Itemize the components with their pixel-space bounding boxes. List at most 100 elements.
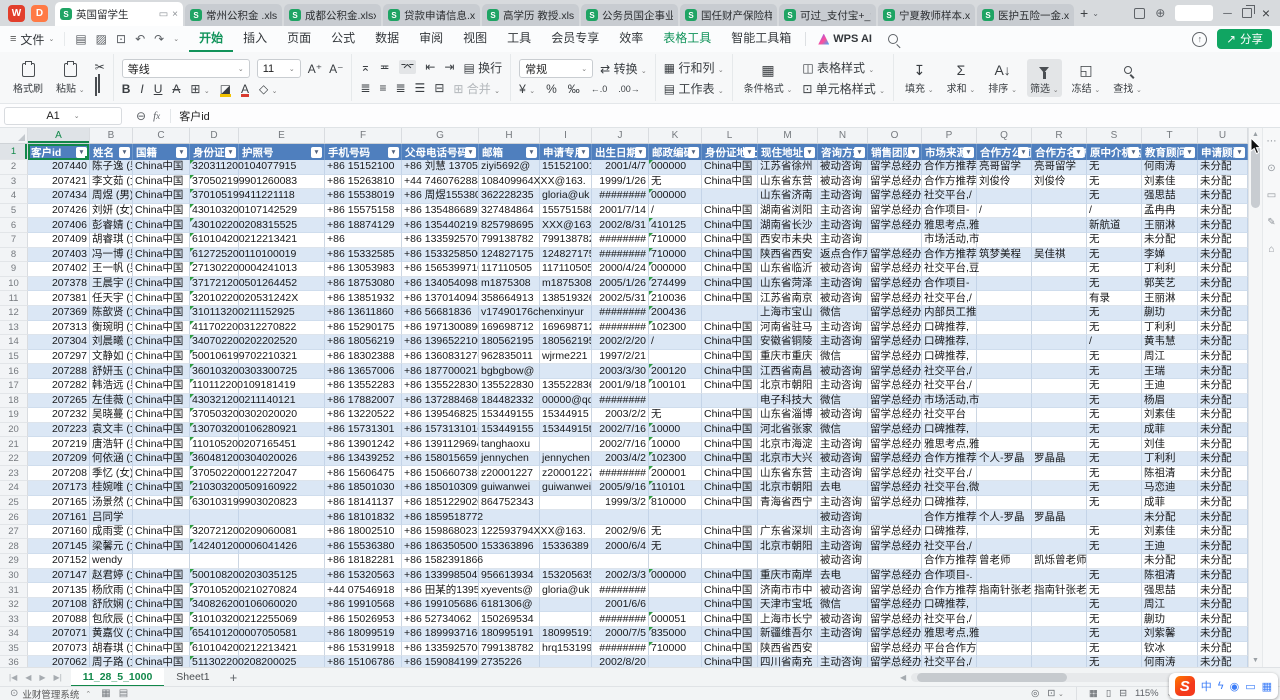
table-column-header[interactable]: 合作方公司▼ — [977, 144, 1032, 160]
cell[interactable]: 孟冉冉 — [1142, 204, 1198, 219]
cell[interactable]: +86 19910568 — [325, 598, 402, 613]
board-icon[interactable]: ▦ — [101, 688, 110, 699]
cell[interactable]: 210036 — [649, 291, 702, 306]
cell[interactable]: +86 15319918 — [325, 642, 402, 657]
cell[interactable]: +86 15731301 — [325, 423, 402, 438]
cell[interactable]: 留学总经办 — [868, 437, 922, 452]
table-column-header[interactable]: 出生日期▼ — [592, 144, 649, 160]
cell[interactable]: 刘俊伶 — [1032, 175, 1087, 190]
cell[interactable] — [540, 510, 592, 525]
cell[interactable]: 未分配 — [1198, 569, 1248, 584]
filter-dropdown-icon[interactable]: ▼ — [688, 147, 699, 158]
cell[interactable]: 留学总经办 — [868, 218, 922, 233]
font-color-icon[interactable]: A — [241, 83, 249, 95]
cell[interactable] — [1032, 379, 1087, 394]
cell[interactable]: China中国 — [702, 335, 758, 350]
cell[interactable]: 主动咨询 — [818, 627, 868, 642]
cell[interactable]: 留学总经办 — [868, 379, 922, 394]
cell[interactable] — [1032, 466, 1087, 481]
cell[interactable]: m1875308 — [540, 277, 592, 292]
cell[interactable]: 无 — [1087, 262, 1142, 277]
table-style-button[interactable]: ◫ 表格样式 ⌄ — [802, 59, 885, 76]
cell[interactable]: 180562195 — [479, 335, 540, 350]
cell[interactable]: 合作方推荐 — [922, 452, 977, 467]
cell[interactable]: 未分配 — [1198, 481, 1248, 496]
cell[interactable]: 110101 — [649, 481, 702, 496]
scroll-left-icon[interactable]: ◀ — [900, 673, 906, 682]
table-column-header[interactable]: 销售团队▼ — [868, 144, 922, 160]
new-tab-button[interactable]: + — [1076, 5, 1092, 21]
cell[interactable]: 曾老师 — [977, 554, 1032, 569]
cell[interactable]: China中国 — [133, 364, 190, 379]
cell[interactable]: 未分配 — [1198, 583, 1248, 598]
cell[interactable]: 合作方推荐 — [922, 583, 977, 598]
cell[interactable]: 刘素佳 — [1142, 408, 1198, 423]
cell[interactable]: 无 — [1087, 496, 1142, 511]
cell[interactable]: +86 1971300890 — [402, 321, 479, 336]
next-sheet-icon[interactable]: ▶ — [39, 673, 45, 682]
cell[interactable]: China中国 — [702, 364, 758, 379]
cell[interactable]: 唐浩轩 (男 — [90, 437, 133, 452]
row-header-22[interactable]: 22 — [0, 452, 28, 467]
cell[interactable]: 罗晶晶 — [1032, 452, 1087, 467]
row-header-10[interactable]: 10 — [0, 277, 28, 292]
zoom-level[interactable]: 115% — [1135, 688, 1159, 699]
cell[interactable]: 207219 — [28, 437, 90, 452]
cell[interactable]: 留学总经办 — [868, 452, 922, 467]
filter-dropdown-icon[interactable]: ▼ — [635, 147, 646, 158]
row-header-15[interactable]: 15 — [0, 350, 28, 365]
copy-icon[interactable] — [95, 77, 97, 96]
file-tab[interactable]: S高学历 教授.xlsx — [482, 4, 579, 26]
menu-item-页面[interactable]: 页面 — [277, 26, 321, 52]
cell[interactable]: 微信 — [818, 423, 868, 438]
cell[interactable]: +86 1851229020 — [402, 496, 479, 511]
cell[interactable]: 000000 — [649, 569, 702, 584]
cell[interactable]: 200001 — [649, 466, 702, 481]
filter-dropdown-icon[interactable]: ▼ — [1234, 147, 1245, 158]
column-header-S[interactable]: S — [1087, 128, 1142, 144]
table-column-header[interactable]: 合作方名称▼ — [1032, 144, 1087, 160]
account-area[interactable] — [1175, 5, 1213, 21]
cell[interactable]: z20001227 — [540, 466, 592, 481]
cell[interactable]: +86 1991056868 — [402, 598, 479, 613]
cell[interactable] — [1032, 612, 1087, 627]
fill-color-icon[interactable]: ◪ — [220, 83, 231, 95]
cell[interactable]: 韩浩远 (男 — [90, 379, 133, 394]
cell[interactable]: 102300 — [649, 321, 702, 336]
cell[interactable]: 河南省驻马 — [758, 321, 818, 336]
cell[interactable] — [702, 189, 758, 204]
cell[interactable]: +86 15263810 — [325, 175, 402, 190]
cell[interactable]: 207145 — [28, 539, 90, 554]
file-tab[interactable]: S英国留学生▭× — [55, 2, 183, 26]
merge-cells-button[interactable]: ⊞ 合并 ⌄ — [453, 80, 500, 97]
cell[interactable]: 北京市朝阳 — [758, 481, 818, 496]
cell[interactable]: 无 — [1087, 277, 1142, 292]
cell[interactable]: 指南针张老 — [977, 583, 1032, 598]
cell[interactable] — [758, 554, 818, 569]
cell[interactable]: ######## — [592, 306, 649, 321]
cell[interactable]: 未分配 — [1198, 277, 1248, 292]
cell[interactable]: 指南针张老 — [1032, 583, 1087, 598]
cell[interactable]: 主动咨询 — [818, 321, 868, 336]
cell[interactable]: 周煜 (男) — [90, 189, 133, 204]
sort-button[interactable]: A↓ 排序 ⌄ — [985, 59, 1020, 97]
cell[interactable]: 207426 — [28, 204, 90, 219]
cell[interactable]: 153449155 — [479, 423, 540, 438]
cell[interactable]: 留学总经办 — [868, 583, 922, 598]
cell[interactable]: 207402 — [28, 262, 90, 277]
cell[interactable]: 未分配 — [1198, 350, 1248, 365]
cell[interactable]: 430321200211140121 — [190, 394, 239, 409]
format-painter-button[interactable]: 格式刷 — [10, 59, 46, 97]
cell[interactable]: 留学总经办 — [868, 306, 922, 321]
cell[interactable]: 陈子逸 (男 — [90, 160, 133, 175]
file-tab[interactable]: S可过_支付宝+_滴滴 — [779, 4, 876, 26]
cell[interactable]: 2002/3/3 — [592, 569, 649, 584]
cell[interactable]: 江苏省徐州 — [758, 160, 818, 175]
cell[interactable]: 无 — [1087, 452, 1142, 467]
cell[interactable]: 无 — [1087, 525, 1142, 540]
cell[interactable] — [479, 554, 540, 569]
cell[interactable]: 北京市大兴 — [758, 452, 818, 467]
cell[interactable]: 未分配 — [1198, 656, 1248, 667]
cell[interactable]: 10000 — [649, 423, 702, 438]
cell[interactable]: 799138782 — [479, 642, 540, 657]
